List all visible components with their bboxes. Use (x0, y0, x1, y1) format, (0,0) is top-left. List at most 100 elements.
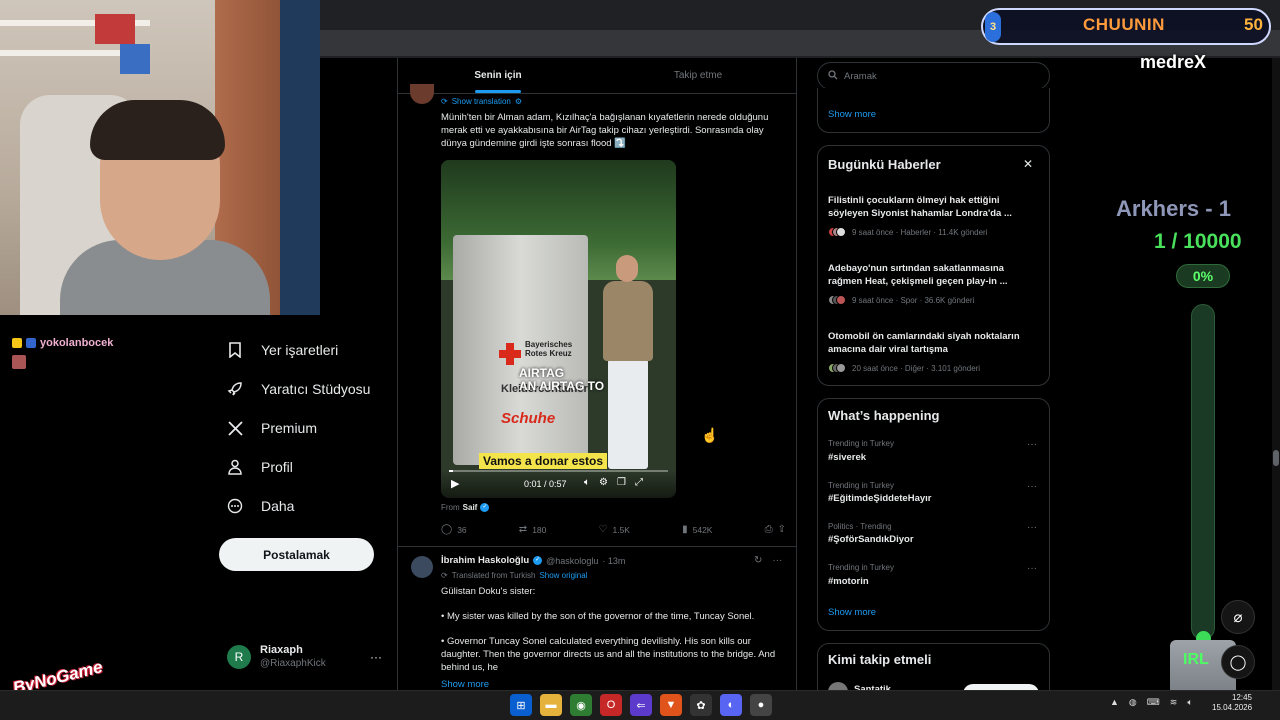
show-more-link[interactable]: Show more (828, 109, 876, 120)
chrome-icon[interactable]: ◉ (570, 694, 592, 716)
author-handle[interactable]: @haskologlu (546, 556, 598, 566)
show-translation-link[interactable]: ⟳ Show translation ⚙ (441, 97, 522, 106)
avatar[interactable] (411, 556, 433, 578)
nav-more[interactable]: Daha (225, 496, 294, 516)
messages-icon[interactable]: ◯ (1221, 645, 1255, 679)
network-icon[interactable]: ◍ (1129, 697, 1137, 708)
video-control-icons: 🔈︎ ⚙ ❐ ⤢ (584, 477, 643, 488)
account-switcher[interactable]: R Riaxaph @RiaxaphKick (227, 644, 326, 669)
video-person (601, 255, 656, 470)
show-more-link[interactable]: Show more (441, 679, 489, 690)
trend-item[interactable]: #EğitimdeŞiddeteHayır (828, 493, 931, 504)
nav-bookmarks[interactable]: Yer işaretleri (225, 340, 338, 360)
tweet-actions: ◯ 36 ⇄ 180 ♡ 1.5K ▮ 542K ⎙ ⇪ (441, 524, 786, 535)
video-sign-text: Bayerisches Rotes Kreuz (525, 340, 573, 358)
video-progress-bar[interactable] (449, 470, 668, 472)
more-icon[interactable]: ··· (1027, 563, 1037, 574)
tab-following[interactable]: Takip etme (598, 58, 796, 93)
more-icon[interactable]: ··· (1027, 522, 1037, 533)
fullscreen-icon[interactable]: ⤢ (635, 477, 643, 488)
sub-badge-icon (12, 338, 22, 348)
opera-icon[interactable]: O (600, 694, 622, 716)
tweet-header-icons: ↻ ··· (754, 555, 782, 566)
wifi-icon[interactable]: ≋ (1170, 697, 1178, 708)
news-item[interactable]: Adebayo'nun sırtından sakatlanmasına rağ… (828, 262, 1038, 288)
nav-profile[interactable]: Profil (225, 457, 293, 477)
verified-icon: ✓ (533, 556, 543, 565)
like-button[interactable]: ♡ 1.5K (599, 524, 630, 535)
chatgpt-icon[interactable]: ✿ (690, 694, 712, 716)
pip-icon[interactable]: ❐ (617, 477, 626, 488)
search-input[interactable]: Aramak (817, 62, 1050, 90)
show-original-link[interactable]: Show original (539, 571, 587, 580)
more-icon[interactable]: ··· (1027, 481, 1037, 492)
windows-start-icon[interactable]: ⊞ (510, 694, 532, 716)
scrollbar[interactable] (1272, 58, 1280, 690)
keyboard-icon[interactable]: ⌨ (1147, 697, 1160, 708)
volume-icon[interactable]: 🔈︎ (1187, 697, 1192, 708)
brave-icon[interactable]: ▼ (660, 694, 682, 716)
avatar-stack (828, 295, 846, 305)
more-icon[interactable]: ··· (1027, 439, 1037, 450)
rank-level: 3 (985, 12, 1001, 42)
repost-count: 180 (532, 524, 547, 535)
taskbar-clock[interactable]: 12:45 15.04.2026 (1212, 693, 1252, 713)
reply-button[interactable]: ◯ 36 (441, 524, 467, 535)
avatar-stack (828, 227, 846, 237)
translated-note: ⟳ Translated from Turkish Show original (441, 571, 587, 580)
obs-icon[interactable]: ● (750, 694, 772, 716)
tweet-video[interactable]: Bayerisches Rotes Kreuz Kleidercontainer… (441, 160, 676, 498)
trend-item[interactable]: #siverek (828, 452, 866, 463)
video-progress-fill (449, 470, 454, 472)
video-overlay-text: AIRTAG AN AIRTAG TO (519, 366, 605, 393)
avatar (836, 295, 846, 305)
nav-creator-studio[interactable]: Yaratıcı Stüdyosu (225, 379, 370, 399)
bookmark-icon (225, 340, 245, 360)
door (280, 0, 320, 315)
discord-icon[interactable]: ◐ (720, 694, 742, 716)
rank-value: 50 (1244, 15, 1263, 34)
author-name[interactable]: İbrahim Haskoloğlu (441, 555, 529, 566)
trend-item[interactable]: #ŞoförSandıkDiyor (828, 534, 914, 545)
gear-icon: ⚙ (514, 97, 523, 106)
chevron-up-icon[interactable]: ▲ (1110, 697, 1119, 708)
nav-premium[interactable]: Premium (225, 418, 317, 438)
volume-icon[interactable]: 🔈︎ (584, 477, 590, 488)
person-hoodie (603, 281, 653, 361)
views-icon: ▮ (682, 524, 688, 535)
show-more-link[interactable]: Show more (828, 607, 876, 618)
grok-icon[interactable]: ↻ (754, 555, 762, 566)
app-icon[interactable]: ⇐ (630, 694, 652, 716)
from-label: From (441, 503, 460, 512)
from-name[interactable]: Saif (463, 503, 478, 512)
news-meta: 20 saat önce · Diğer · 3.101 gönderi (828, 363, 980, 373)
post-button[interactable]: Postalamak (219, 538, 374, 571)
search-icon (828, 69, 838, 83)
news-card: Bugünkü Haberler ✕ Filistinli çocukların… (817, 145, 1050, 386)
trend-item[interactable]: #motorin (828, 576, 869, 587)
grok-compose-icon[interactable]: ⌀ (1221, 600, 1255, 634)
close-icon[interactable]: ✕ (1023, 157, 1033, 171)
more-icon[interactable]: ··· (772, 555, 782, 566)
share-icon[interactable]: ⇪ (778, 524, 786, 535)
bookmark-icon[interactable]: ⎙ (765, 524, 773, 535)
sidebar-card-top: Show more (817, 88, 1050, 133)
avatar (836, 363, 846, 373)
file-explorer-icon[interactable]: ▬ (540, 694, 562, 716)
repost-button[interactable]: ⇄ 180 (519, 524, 547, 535)
system-tray: ▲ ◍ ⌨ ≋ 🔈︎ (1110, 697, 1193, 708)
play-icon[interactable]: ▶ (451, 477, 459, 490)
avatar[interactable] (410, 84, 434, 104)
tweet-divider (398, 546, 796, 547)
account-more-icon[interactable]: ··· (370, 650, 382, 664)
views-button[interactable]: ▮ 542K (682, 524, 712, 535)
scrollbar-thumb[interactable] (1273, 450, 1279, 466)
news-item[interactable]: Filistinli çocukların ölmeyi hak ettiğin… (828, 194, 1038, 220)
news-item[interactable]: Otomobil ön camlarındaki siyah noktaları… (828, 330, 1038, 356)
trend-category: Trending in Turkey (828, 481, 894, 490)
account-handle: @RiaxaphKick (260, 658, 326, 669)
tweet-header: İbrahim Haskoloğlu ✓ @haskologlu · 13m (441, 555, 625, 566)
trend-category: Politics · Trending (828, 522, 892, 531)
settings-icon[interactable]: ⚙ (599, 477, 608, 488)
avatar: R (227, 644, 251, 669)
